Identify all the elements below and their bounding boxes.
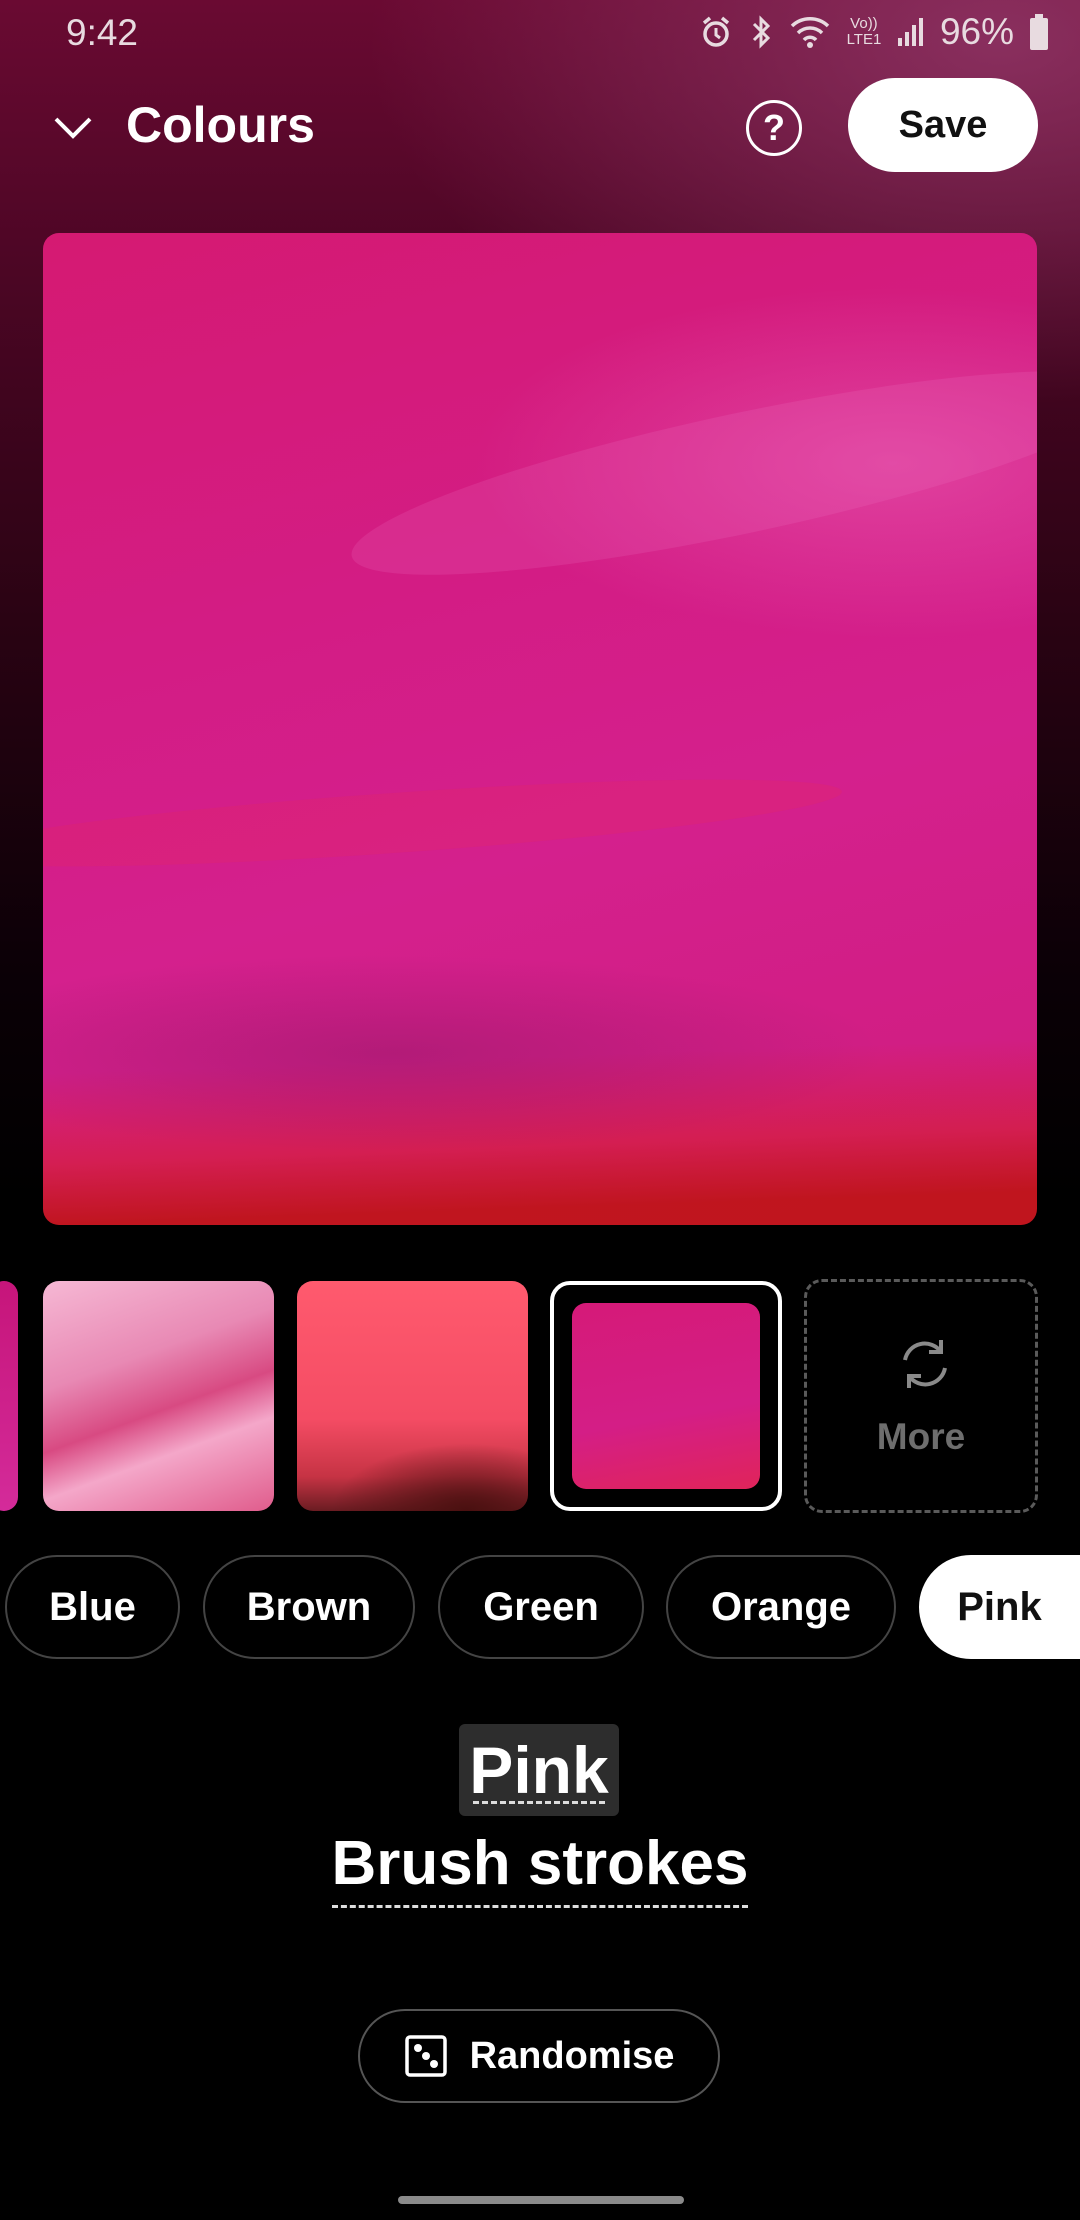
collapse-chevron-icon[interactable] (48, 102, 98, 152)
randomise-label: Randomise (469, 2034, 675, 2077)
randomise-button[interactable]: Randomise (358, 2009, 720, 2103)
save-button[interactable]: Save (848, 78, 1038, 172)
more-label: More (876, 1416, 966, 1457)
wallpaper-thumbnail[interactable] (0, 1281, 18, 1511)
page-title: Colours (126, 97, 315, 153)
style-name[interactable]: Brush strokes (0, 1828, 1080, 1908)
signal-icon (897, 18, 923, 46)
wallpaper-thumbnail[interactable] (297, 1281, 528, 1511)
status-time: 9:42 (66, 12, 139, 53)
chip-blue[interactable]: Blue (5, 1555, 180, 1659)
wallpaper-thumbnail[interactable] (43, 1281, 274, 1511)
wallpaper-preview (43, 233, 1037, 1225)
chip-pink[interactable]: Pink (919, 1555, 1080, 1659)
alarm-icon (702, 16, 730, 47)
help-icon[interactable]: ? (746, 100, 802, 156)
wifi-icon (790, 17, 830, 48)
chip-brown[interactable]: Brown (203, 1555, 415, 1659)
status-icons: Vo)) LTE1 96% (698, 11, 1050, 52)
battery-percent: 96% (939, 11, 1014, 52)
chip-orange[interactable]: Orange (666, 1555, 896, 1659)
wallpaper-thumbnail-selected[interactable] (550, 1281, 782, 1511)
gesture-bar (398, 2196, 684, 2204)
battery-icon (1030, 14, 1048, 50)
style-name-text: Brush strokes (331, 1829, 749, 1908)
dice-icon (404, 2035, 447, 2077)
more-wallpapers-button[interactable]: More (804, 1279, 1038, 1513)
refresh-icon (903, 1340, 947, 1388)
bluetooth-icon (752, 15, 771, 49)
status-bar: 9:42 Vo)) LTE1 96% (0, 0, 1080, 64)
chip-green[interactable]: Green (438, 1555, 644, 1659)
volte-label: Vo)) LTE1 (846, 15, 882, 48)
colour-name[interactable]: Pink (459, 1724, 619, 1816)
colour-name-text: Pink (469, 1733, 609, 1807)
